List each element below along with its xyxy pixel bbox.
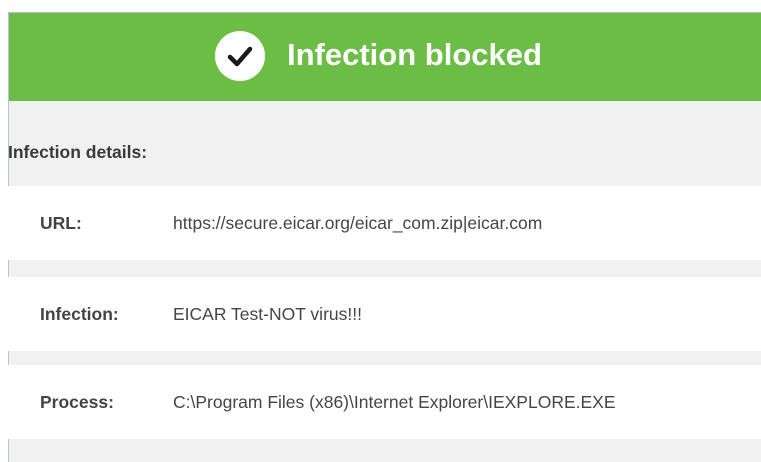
process-value: C:\Program Files (x86)\Internet Explorer… [173,392,616,412]
alert-title: Infection blocked [287,37,542,72]
detail-row-url: URL: https://secure.eicar.org/eicar_com.… [8,186,761,260]
url-label: URL: [40,213,82,233]
infection-label: Infection: [40,304,119,324]
infection-value: EICAR Test-NOT virus!!! [173,304,362,324]
detail-row-infection: Infection: EICAR Test-NOT virus!!! [8,277,761,351]
checkmark-icon [227,46,253,67]
checkmark-circle-icon [215,31,265,81]
detail-row-process: Process: C:\Program Files (x86)\Internet… [8,365,761,439]
alert-header: Infection blocked [9,13,761,101]
process-label: Process: [40,392,114,412]
infection-details-heading: Infection details: [8,142,148,162]
url-value: https://secure.eicar.org/eicar_com.zip|e… [173,213,543,233]
